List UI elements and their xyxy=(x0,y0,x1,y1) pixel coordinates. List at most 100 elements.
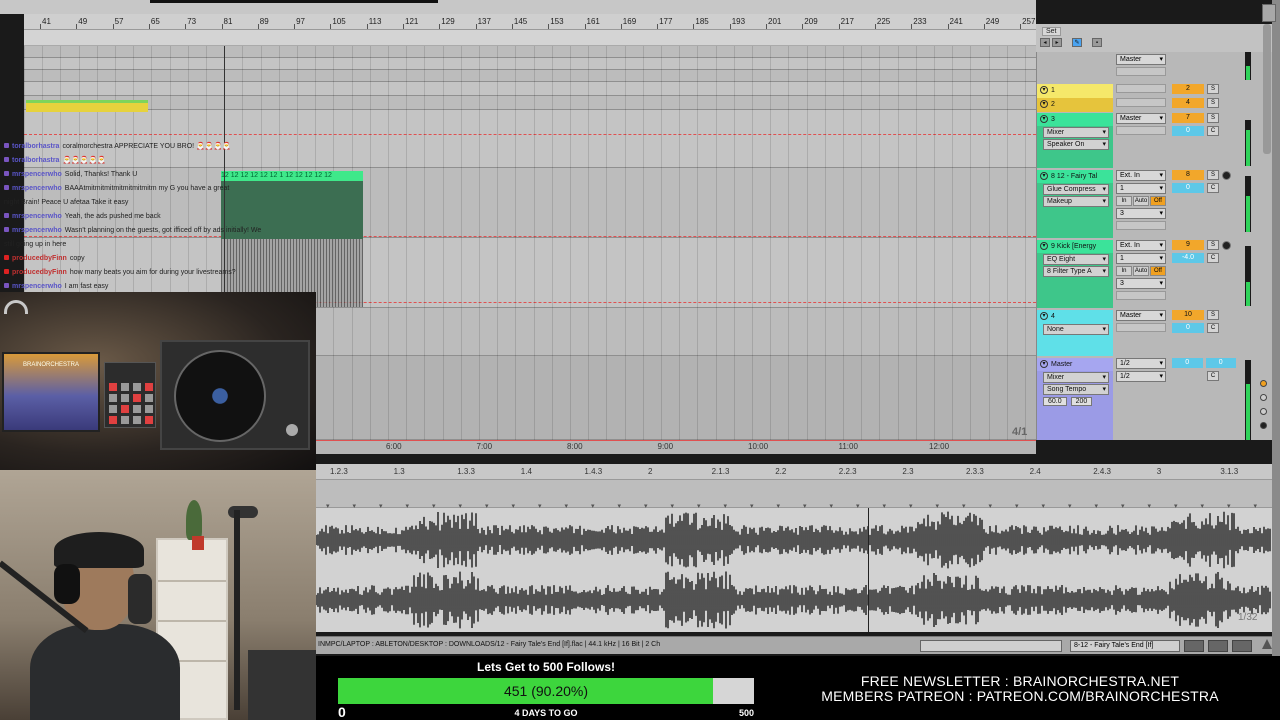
forward-icon[interactable]: ▸ xyxy=(1052,38,1062,47)
circle-icon[interactable] xyxy=(1260,408,1267,415)
lane[interactable] xyxy=(24,70,1036,82)
set-button[interactable]: Set xyxy=(1042,27,1061,36)
output-type[interactable]: Master xyxy=(1116,310,1166,321)
device-chooser[interactable]: Glue Compress xyxy=(1043,184,1109,195)
tempo-max[interactable]: 200 xyxy=(1070,397,1093,406)
lock-icon[interactable]: ▪ xyxy=(1092,38,1102,47)
input-channel[interactable]: 1 xyxy=(1116,253,1166,264)
loop-bar[interactable] xyxy=(24,30,1036,46)
lane[interactable] xyxy=(24,82,1036,96)
selected-track[interactable]: 8-12 - Fairy Tale's End [If] xyxy=(1070,640,1180,652)
overview-icon[interactable] xyxy=(1184,640,1204,652)
output-field[interactable] xyxy=(1116,84,1166,93)
track-activator[interactable]: 10 xyxy=(1172,310,1204,320)
output-field[interactable] xyxy=(1116,323,1166,332)
solo-button[interactable]: S xyxy=(1207,170,1219,180)
monitor-in[interactable]: In xyxy=(1116,196,1132,206)
cue-volume[interactable]: 0 xyxy=(1172,358,1203,368)
monitor-auto[interactable]: Auto xyxy=(1133,196,1149,206)
mixer-track[interactable]: ▾8 12 - Fairy TalGlue CompressMakeup xyxy=(1037,170,1113,238)
sub-output[interactable]: 3 xyxy=(1116,278,1166,289)
input-type[interactable]: Ext. In xyxy=(1116,240,1166,251)
device-chooser[interactable]: EQ Eight xyxy=(1043,254,1109,265)
mixer-scrollbar[interactable] xyxy=(1263,24,1271,154)
crossfade-button[interactable]: C xyxy=(1207,253,1219,263)
circle-icon[interactable] xyxy=(1260,394,1267,401)
mixer-track[interactable]: ▾9 Kick [EnergyEQ Eight8 Filter Type A xyxy=(1037,240,1113,308)
output-field[interactable] xyxy=(1116,221,1166,230)
crossfade-button[interactable]: C xyxy=(1207,323,1219,333)
mixer-track[interactable]: ▾ 4 None xyxy=(1037,310,1113,356)
fold-icon[interactable]: ▾ xyxy=(1040,360,1048,368)
bar-ruler[interactable]: 41 49 57 65 73 81 89 97 105 113 121 129 137 145 153 161… xyxy=(24,14,1036,30)
track-title[interactable]: ▾ Master xyxy=(1037,358,1113,371)
monitor-in[interactable]: In xyxy=(1116,266,1132,276)
crossfade-button[interactable]: C xyxy=(1207,126,1219,136)
track-title[interactable]: ▾ 3 xyxy=(1037,113,1113,126)
output-type[interactable]: 1/2 xyxy=(1116,358,1166,369)
track-title[interactable]: ▾ 2 xyxy=(1037,98,1113,111)
fold-icon[interactable]: ▾ xyxy=(1040,115,1048,123)
detail-ruler[interactable]: 1.2.3 1.3 1.3.3 1.4 1.4.3 2 2.1.3 2.2 2.2.3 2.3 2.… xyxy=(316,464,1272,480)
track-title[interactable]: ▾ 1 xyxy=(1037,84,1113,97)
track-volume[interactable]: 0 xyxy=(1172,183,1204,193)
solo-button[interactable]: S xyxy=(1207,98,1219,108)
device-chooser[interactable]: Song Tempo xyxy=(1043,384,1109,395)
track-volume[interactable]: 0 xyxy=(1172,126,1204,136)
pencil-icon[interactable]: ✎ xyxy=(1072,38,1082,47)
pause-icon[interactable] xyxy=(1262,4,1276,22)
fold-icon[interactable]: ▾ xyxy=(1040,172,1048,180)
output-field[interactable] xyxy=(1116,291,1166,300)
mixer-track[interactable]: ▾3MixerSpeaker On xyxy=(1037,113,1113,168)
output-type[interactable]: Master xyxy=(1116,113,1166,124)
lane[interactable] xyxy=(24,58,1036,70)
circle-icon[interactable] xyxy=(1260,422,1267,429)
overview-icon[interactable] xyxy=(1208,640,1228,652)
track-activator[interactable]: 2 xyxy=(1172,84,1204,94)
track-title[interactable]: ▾ 4 xyxy=(1037,310,1113,323)
lane[interactable] xyxy=(24,96,1036,110)
mixer-track[interactable]: ▾MasterMixerSong Tempo60.0200 xyxy=(1037,358,1113,440)
crossfade-button[interactable]: C xyxy=(1207,183,1219,193)
input-type[interactable]: Ext. In xyxy=(1116,170,1166,181)
output-channel[interactable]: 1/2 xyxy=(1116,371,1166,382)
fold-icon[interactable]: ▾ xyxy=(1040,242,1048,250)
arm-button[interactable] xyxy=(1222,171,1231,180)
tempo-min[interactable]: 60.0 xyxy=(1043,397,1067,406)
waveform-display[interactable] xyxy=(316,508,1272,632)
back-icon[interactable]: ◂ xyxy=(1040,38,1050,47)
device-chooser[interactable]: 8 Filter Type A xyxy=(1043,266,1109,277)
mixer-track[interactable]: ▾ 1 xyxy=(1037,84,1113,98)
monitor-off[interactable]: Off xyxy=(1150,196,1166,206)
record-icon[interactable] xyxy=(1260,380,1267,387)
device-chooser[interactable]: None xyxy=(1043,324,1109,335)
audio-clip[interactable] xyxy=(26,100,148,112)
warp-markers[interactable]: ▾ ▾ ▾ ▾ ▾ ▾ ▾ ▾ ▾ ▾ ▾ ▾ ▾ ▾ ▾ ▾ ▾ ▾ ▾ ▾ ▾ ▾ ▾ ▾ ▾ ▾ ▾ ▾ ▾ ▾ ▾ ▾ ▾ ▾ ▾ ▾ xyxy=(316,480,1272,510)
solo-button[interactable]: S xyxy=(1207,84,1219,94)
lane[interactable] xyxy=(24,46,1036,58)
track-title[interactable]: ▾ 8 12 - Fairy Tal xyxy=(1037,170,1113,183)
fold-icon[interactable]: ▾ xyxy=(1040,100,1048,108)
solo-button[interactable]: S xyxy=(1207,240,1219,250)
crossfade-button[interactable]: C xyxy=(1207,371,1219,381)
track-activator[interactable]: 9 xyxy=(1172,240,1204,250)
master-volume[interactable]: 0 xyxy=(1205,358,1236,368)
output-field[interactable] xyxy=(1116,98,1166,107)
overview-bar[interactable] xyxy=(150,0,438,3)
mixer-track[interactable]: ▾ 2 xyxy=(1037,98,1113,112)
sub-output[interactable]: 3 xyxy=(1116,208,1166,219)
device-chooser[interactable]: Mixer xyxy=(1043,127,1109,138)
track-activator[interactable]: 4 xyxy=(1172,98,1204,108)
arm-button[interactable] xyxy=(1222,241,1231,250)
track-activator[interactable]: 7 xyxy=(1172,113,1204,123)
monitor-off[interactable]: Off xyxy=(1150,266,1166,276)
device-chooser[interactable]: Makeup xyxy=(1043,196,1109,207)
time-ruler[interactable]: 6:00 7:00 8:00 9:00 10:00 11:00 12:00 xyxy=(316,440,1036,454)
solo-button[interactable]: S xyxy=(1207,113,1219,123)
track-activator[interactable]: 8 xyxy=(1172,170,1204,180)
overview-icon[interactable] xyxy=(1232,640,1252,652)
fold-icon[interactable]: ▾ xyxy=(1040,86,1048,94)
track-title[interactable]: ▾ 9 Kick [Energy xyxy=(1037,240,1113,253)
triangle-icon[interactable] xyxy=(1262,639,1272,649)
input-channel[interactable]: 1 xyxy=(1116,183,1166,194)
